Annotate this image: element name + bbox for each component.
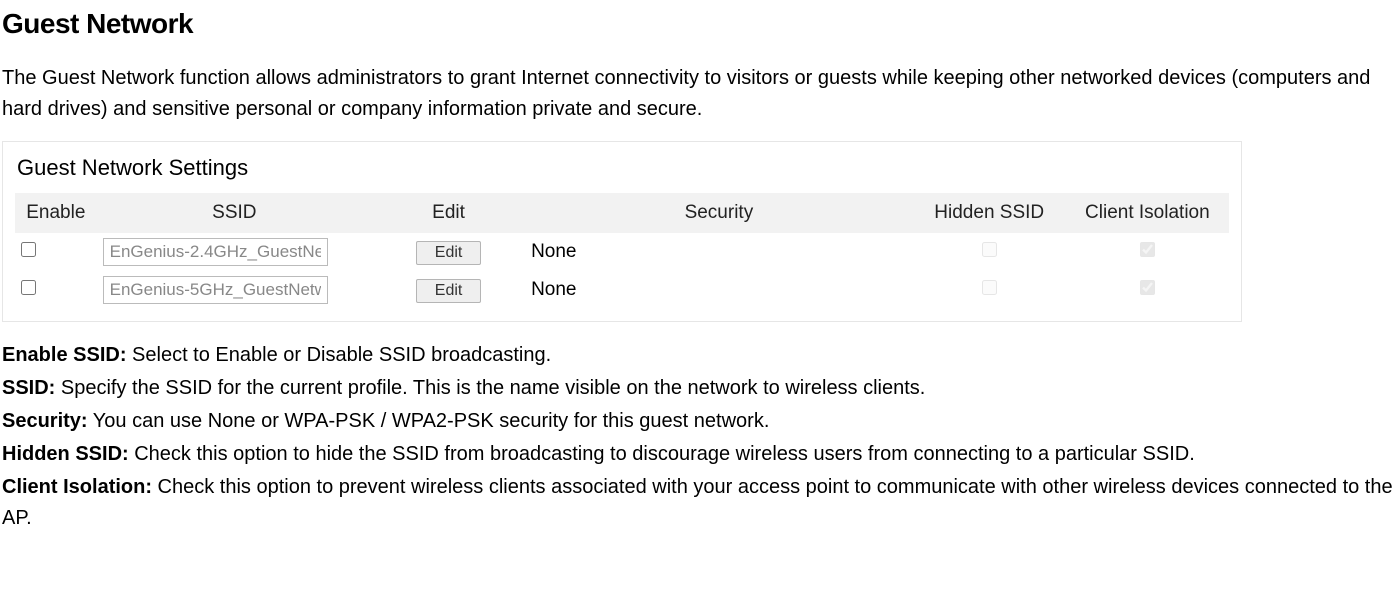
enable-checkbox-row1[interactable] [21,280,36,295]
definition-security: Security: You can use None or WPA-PSK / … [2,406,1395,437]
definition-ssid: SSID: Specify the SSID for the current p… [2,373,1395,404]
definition-text: Check this option to prevent wireless cl… [2,476,1393,529]
guest-network-table: Enable SSID Edit Security Hidden SSID Cl… [15,193,1229,309]
panel-title: Guest Network Settings [15,152,1229,184]
security-value-row1: None [525,271,913,309]
definition-label: SSID: [2,377,55,399]
hidden-ssid-checkbox-row0[interactable] [982,242,997,257]
header-security: Security [525,193,913,233]
definition-label: Security: [2,410,88,432]
edit-button-row1[interactable]: Edit [416,279,482,303]
ssid-input-row1[interactable] [103,276,328,304]
intro-text: The Guest Network function allows admini… [2,63,1395,125]
header-client-isolation: Client Isolation [1066,193,1229,233]
page-title: Guest Network [2,4,1395,45]
header-hidden-ssid: Hidden SSID [913,193,1066,233]
definition-text: You can use None or WPA-PSK / WPA2-PSK s… [88,410,770,432]
definition-text: Specify the SSID for the current profile… [55,377,925,399]
definition-text: Select to Enable or Disable SSID broadca… [126,344,551,366]
header-edit: Edit [372,193,525,233]
ssid-input-row0[interactable] [103,238,328,266]
client-isolation-checkbox-row1[interactable] [1140,280,1155,295]
table-row: Edit None [15,233,1229,271]
definition-label: Enable SSID: [2,344,126,366]
table-header-row: Enable SSID Edit Security Hidden SSID Cl… [15,193,1229,233]
client-isolation-checkbox-row0[interactable] [1140,242,1155,257]
header-ssid: SSID [97,193,372,233]
header-enable: Enable [15,193,97,233]
definition-text: Check this option to hide the SSID from … [129,443,1195,465]
definition-enable-ssid: Enable SSID: Select to Enable or Disable… [2,340,1395,371]
edit-button-row0[interactable]: Edit [416,241,482,265]
definition-client-isolation: Client Isolation: Check this option to p… [2,472,1395,534]
guest-network-settings-panel: Guest Network Settings Enable SSID Edit … [2,141,1242,322]
security-value-row0: None [525,233,913,271]
hidden-ssid-checkbox-row1[interactable] [982,280,997,295]
table-row: Edit None [15,271,1229,309]
enable-checkbox-row0[interactable] [21,242,36,257]
definition-label: Client Isolation: [2,476,152,498]
definition-hidden-ssid: Hidden SSID: Check this option to hide t… [2,439,1395,470]
definitions: Enable SSID: Select to Enable or Disable… [2,340,1395,534]
definition-label: Hidden SSID: [2,443,129,465]
